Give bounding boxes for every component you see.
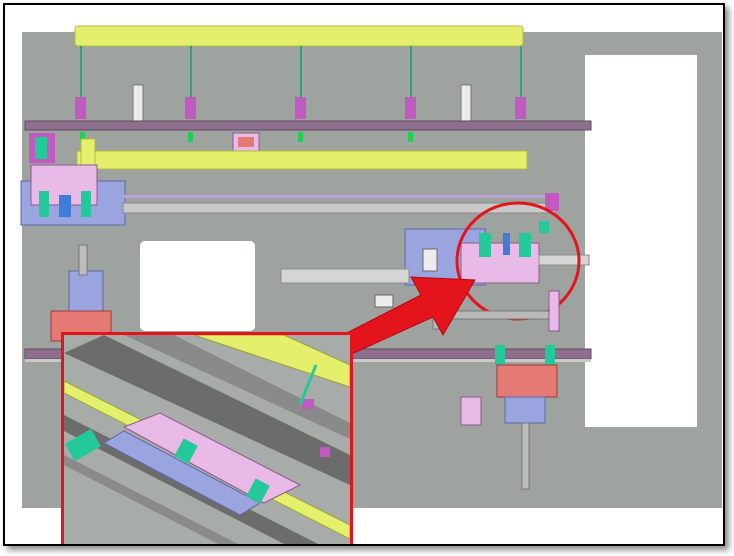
gripper-detail-inset	[61, 332, 353, 544]
gripper-detail-icon	[64, 335, 350, 544]
top-yellow-rail	[74, 25, 524, 47]
white-panel-right	[585, 55, 697, 427]
middle-yellow-rail	[76, 150, 528, 170]
white-panel-left	[140, 241, 255, 331]
figure-frame	[3, 3, 725, 546]
upper-beam	[24, 120, 592, 131]
short-gray-rail	[280, 268, 410, 284]
